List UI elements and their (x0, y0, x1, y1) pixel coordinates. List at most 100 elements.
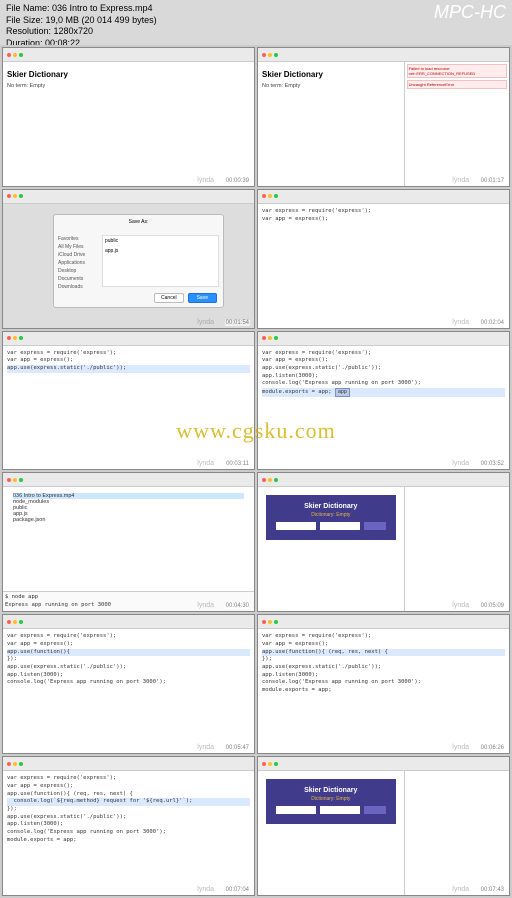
code-line: app.listen(3000); (7, 821, 250, 829)
thumb-11[interactable]: var express = require('express'); var ap… (2, 756, 255, 896)
file-item[interactable]: public (103, 236, 218, 246)
window-chrome (258, 473, 509, 487)
sidebar-item[interactable]: Downloads (58, 283, 98, 291)
lynda-mark: lynda (452, 744, 469, 751)
add-button[interactable] (364, 806, 386, 814)
thumb-5[interactable]: var express = require('express'); var ap… (2, 331, 255, 471)
thumb-3[interactable]: Save As: Favorites All My Files iCloud D… (2, 189, 255, 329)
term-input[interactable] (276, 806, 316, 814)
window-chrome (3, 473, 254, 487)
timestamp: 00:01:54 (225, 320, 250, 326)
code-line: var express = require('express'); (262, 633, 505, 641)
thumb-10[interactable]: var express = require('express'); var ap… (257, 614, 510, 754)
thumb-9[interactable]: var express = require('express'); var ap… (2, 614, 255, 754)
app-title: Skier Dictionary (272, 787, 390, 794)
code-editor[interactable]: var express = require('express'); var ap… (3, 629, 254, 753)
code-editor[interactable]: var express = require('express'); var ap… (3, 771, 254, 895)
thumb-12[interactable]: Skier Dictionary Dictionary: Empty lynda… (257, 756, 510, 896)
code-line: app.use(express.static('./public')); (262, 664, 505, 672)
code-editor[interactable]: var express = require('express'); var ap… (258, 204, 509, 328)
code-line: module.exports = app; (262, 687, 505, 695)
code-editor[interactable]: var express = require('express'); var ap… (258, 629, 509, 753)
saveas-label: Save As: (58, 219, 219, 225)
code-line: var express = require('express'); (262, 208, 505, 216)
timestamp: 00:07:04 (225, 887, 250, 893)
lynda-mark: lynda (452, 319, 469, 326)
code-editor[interactable]: var express = require('express'); var ap… (258, 346, 509, 470)
code-line: var app = express(); (262, 357, 505, 365)
save-dialog[interactable]: Save As: Favorites All My Files iCloud D… (53, 214, 224, 308)
terminal-panel[interactable]: $ node app Express app running on port 3… (3, 591, 254, 611)
timestamp: 00:03:11 (225, 461, 250, 467)
term-input[interactable] (276, 522, 316, 530)
code-line: app.listen(3000); (7, 672, 250, 680)
code-editor[interactable]: var express = require('express'); var ap… (3, 346, 254, 470)
devtools-panel[interactable]: Failed to load resource: net::ERR_CONNEC… (404, 62, 509, 186)
console-error: Failed to load resource: net::ERR_CONNEC… (407, 64, 507, 78)
thumb-8[interactable]: Skier Dictionary Dictionary: Empty lynda… (257, 472, 510, 612)
code-line: }); (7, 806, 250, 814)
sidebar-item[interactable]: All My Files (58, 243, 98, 251)
window-chrome (3, 332, 254, 346)
file-item[interactable]: app.js (103, 246, 218, 256)
code-line: app.use(function(){ (req, res, next) { (7, 791, 250, 799)
sidebar-item[interactable]: Favorites (58, 235, 98, 243)
thumb-6[interactable]: var express = require('express'); var ap… (257, 331, 510, 471)
code-line: }); (7, 656, 250, 664)
code-line: }); (262, 656, 505, 664)
terminal-output: $ node app Express app running on port 3… (3, 592, 254, 611)
timestamp: 00:05:09 (480, 603, 505, 609)
add-button[interactable] (364, 522, 386, 530)
lynda-mark: lynda (452, 460, 469, 467)
app-title: Skier Dictionary (272, 503, 390, 510)
thumb-1[interactable]: Skier Dictionary No term: Empty lynda 00… (2, 47, 255, 187)
sidebar-item[interactable]: Desktop (58, 267, 98, 275)
window-chrome (258, 48, 509, 62)
lynda-mark: lynda (197, 177, 214, 184)
devtools-panel[interactable] (404, 771, 509, 895)
timestamp: 00:07:43 (480, 887, 505, 893)
window-chrome (258, 757, 509, 771)
lynda-mark: lynda (452, 177, 469, 184)
thumb-7[interactable]: 036 Intro to Express.mp4 node_modules pu… (2, 472, 255, 612)
window-chrome (3, 615, 254, 629)
tree-item[interactable]: package.json (13, 517, 244, 523)
sidebar-item[interactable]: Applications (58, 259, 98, 267)
code-line: app.use(express.static('./public')); (262, 365, 505, 373)
code-line: app.listen(3000); (262, 672, 505, 680)
sidebar-item[interactable]: Documents (58, 275, 98, 283)
editor-tree[interactable]: 036 Intro to Express.mp4 node_modules pu… (3, 487, 254, 611)
code-line: app.use(express.static('./public')); (7, 814, 250, 822)
sidebar-item[interactable]: iCloud Drive (58, 251, 98, 259)
console-error: Uncaught ReferenceError (407, 80, 507, 89)
thumb-2[interactable]: Skier Dictionary No term: Empty Failed t… (257, 47, 510, 187)
code-line: var express = require('express'); (262, 350, 505, 358)
timestamp: 00:03:52 (480, 461, 505, 467)
defn-input[interactable] (320, 806, 360, 814)
code-line: app.use(express.static('./public')); (7, 365, 250, 373)
code-line: var express = require('express'); (7, 633, 250, 641)
dialog-sidebar[interactable]: Favorites All My Files iCloud Drive Appl… (58, 235, 98, 291)
autocomplete-popup[interactable]: app (335, 388, 350, 397)
app-sub: Dictionary: Empty (272, 796, 390, 802)
code-line: module.exports = app; app (262, 388, 505, 397)
timestamp: 00:04:30 (225, 603, 250, 609)
window-chrome (258, 615, 509, 629)
lynda-mark: lynda (197, 319, 214, 326)
cancel-button[interactable]: Cancel (154, 293, 184, 303)
lynda-mark: lynda (452, 886, 469, 893)
code-line: app.use(function(){ (req, res, next) { (262, 649, 505, 657)
code-line: var app = express(); (7, 641, 250, 649)
page-sub: No term: Empty (262, 83, 400, 89)
code-line: console.log('Express app running on port… (262, 679, 505, 687)
code-line: app.use(function(){ (7, 649, 250, 657)
timestamp: 00:01:17 (480, 178, 505, 184)
window-chrome (3, 190, 254, 204)
dialog-file-list[interactable]: public app.js (102, 235, 219, 287)
devtools-panel[interactable] (404, 487, 509, 611)
file-size: File Size: 19,0 MB (20 014 499 bytes) (6, 15, 506, 27)
thumb-4[interactable]: var express = require('express'); var ap… (257, 189, 510, 329)
save-button[interactable]: Save (188, 293, 217, 303)
defn-input[interactable] (320, 522, 360, 530)
thumbnail-grid: Skier Dictionary No term: Empty lynda 00… (0, 45, 512, 898)
